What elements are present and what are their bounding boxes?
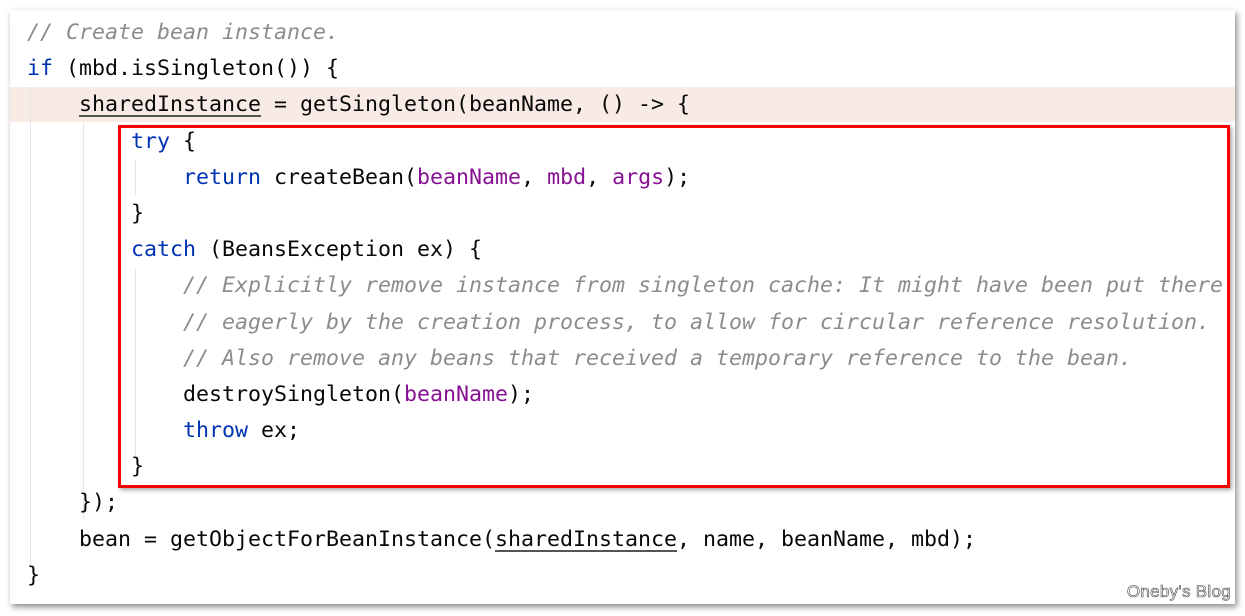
code-token: , name, beanName, mbd); xyxy=(677,526,977,552)
code-token: } xyxy=(27,562,41,588)
code-line: sharedInstance = getSingleton(beanName, … xyxy=(27,87,1223,123)
code-line: }); xyxy=(27,485,1223,521)
code-token: (mbd.isSingleton()) { xyxy=(53,56,340,82)
code-line: bean = getObjectForBeanInstance(sharedIn… xyxy=(27,522,1223,558)
code-line: if (mbd.isSingleton()) { xyxy=(27,51,1223,87)
code-token: bean = getObjectForBeanInstance( xyxy=(27,526,496,552)
code-token: sharedInstance xyxy=(79,92,262,118)
code-line: // Create bean instance. xyxy=(27,15,1223,51)
code-token: = getSingleton(beanName, () -> { xyxy=(261,92,691,118)
code-token: sharedInstance xyxy=(495,526,678,552)
code-line: } xyxy=(27,558,1223,594)
code-token: }); xyxy=(27,490,119,516)
watermark: Oneby's Blog xyxy=(1126,582,1231,602)
comment: // Create bean instance. xyxy=(27,20,340,45)
keyword: if xyxy=(27,56,54,82)
highlight-box xyxy=(118,125,1230,488)
